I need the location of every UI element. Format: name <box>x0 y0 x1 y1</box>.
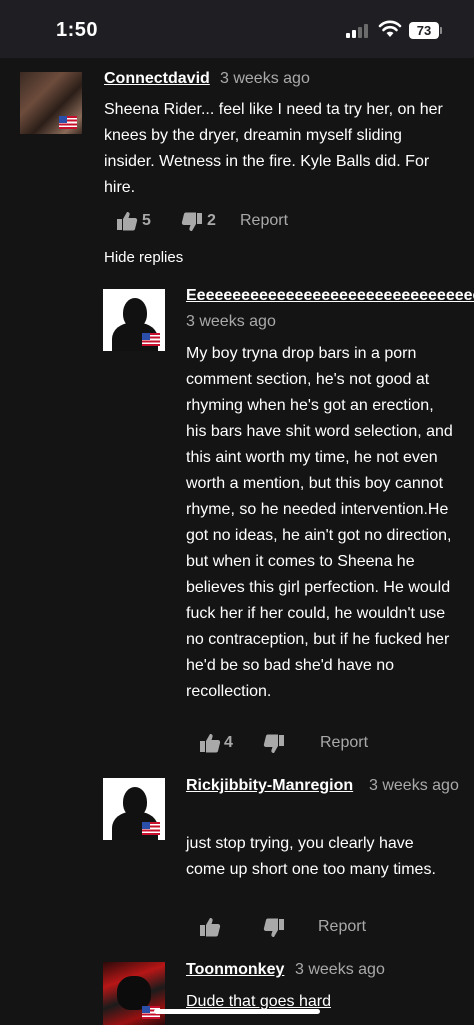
reply-author[interactable]: Rickjibbity-Manregion <box>186 777 353 795</box>
like-count: 5 <box>142 212 151 229</box>
home-indicator[interactable] <box>154 1009 320 1014</box>
status-bar: 1:50 73 <box>0 0 474 58</box>
battery-cap <box>440 27 442 34</box>
wifi-icon <box>378 20 402 37</box>
us-flag-icon <box>59 116 77 129</box>
comment-time: 3 weeks ago <box>220 70 310 87</box>
comment-author[interactable]: Connectdavid <box>104 70 210 88</box>
hide-replies-button[interactable]: Hide replies <box>104 249 183 266</box>
us-flag-icon <box>142 333 160 346</box>
thumbs-up-icon[interactable] <box>199 917 221 937</box>
reply-time: 3 weeks ago <box>186 313 276 330</box>
report-button[interactable]: Report <box>320 734 368 752</box>
reply-time: 3 weeks ago <box>369 777 459 794</box>
thumbs-down-icon[interactable] <box>263 918 285 938</box>
battery-icon: 73 <box>409 22 439 39</box>
thumbs-up-icon[interactable] <box>116 211 138 231</box>
reply-text: My boy tryna drop bars in a porn comment… <box>186 345 453 700</box>
thumbs-down-icon[interactable] <box>181 212 203 232</box>
reply-author[interactable]: Toonmonkey <box>186 961 284 979</box>
reply-time: 3 weeks ago <box>295 961 385 978</box>
thumbs-down-icon[interactable] <box>263 734 285 754</box>
reply-author[interactable]: Eeeeeeeeeeeeeeeeeeeeeeeeeeeeeeeeee <box>186 287 474 305</box>
reply-text: just stop trying, you clearly have come … <box>186 835 436 878</box>
status-time: 1:50 <box>56 19 99 41</box>
dislike-count: 2 <box>207 212 216 229</box>
report-button[interactable]: Report <box>240 212 288 230</box>
thumbs-up-icon[interactable] <box>199 733 221 753</box>
cellular-signal-icon <box>346 24 372 38</box>
report-button[interactable]: Report <box>318 918 366 936</box>
comment-text: Sheena Rider... feel like I need ta try … <box>104 101 443 196</box>
like-count: 4 <box>224 734 233 751</box>
us-flag-icon <box>142 822 160 835</box>
